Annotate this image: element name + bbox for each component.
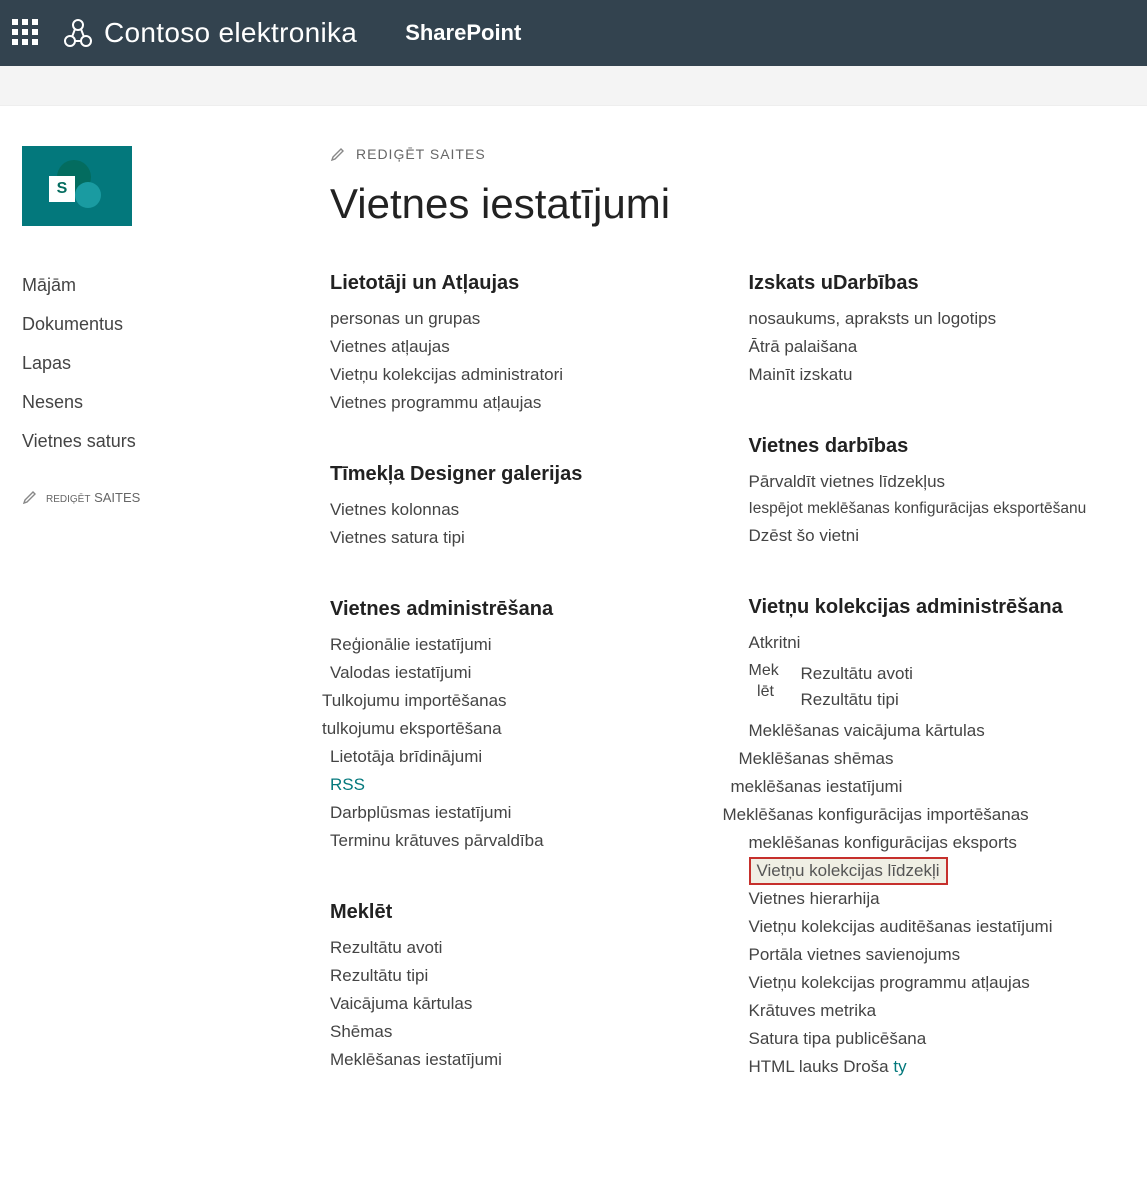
link-language-settings[interactable]: Valodas iestatījumi [330, 659, 709, 687]
suite-bar: Contoso elektronika SharePoint [0, 0, 1147, 66]
link-change-look[interactable]: Mainīt izskatu [749, 361, 1128, 389]
link-translation-import[interactable]: Tulkojumu importēšanas [322, 687, 709, 715]
link-workflow-settings[interactable]: Darbplūsmas iestatījumi [330, 799, 709, 827]
group-users-permissions: Lietotāji un Atļaujas personas un grupas… [330, 272, 709, 417]
group-title: Vietnes darbības [749, 435, 1128, 458]
settings-col-right: Izskats uDarbības nosaukums, apraksts un… [749, 272, 1128, 1127]
brand-logo-icon [62, 17, 94, 49]
link-search-settings[interactable]: Meklēšanas iestatījumi [330, 1046, 709, 1074]
link-delete-this-site[interactable]: Dzēst šo vietni [749, 522, 1128, 550]
link-site-collection-admins[interactable]: Vietņu kolekcijas administratori [330, 361, 709, 389]
brand-name[interactable]: Contoso elektronika [104, 17, 357, 49]
quick-launch-nav: Mājām Dokumentus Lapas Nesens Vietnes sa… [22, 266, 280, 461]
site-logo-letter: S [49, 176, 75, 202]
link-site-collection-features[interactable]: Vietņu kolekcijas līdzekļi [749, 857, 948, 885]
link-html-field-security-suffix[interactable]: ty [893, 1057, 906, 1076]
product-name[interactable]: SharePoint [405, 20, 521, 46]
link-site-permissions[interactable]: Vietnes atļaujas [330, 333, 709, 361]
link-search-query-rules[interactable]: Meklēšanas vaicājuma kārtulas [749, 717, 1128, 745]
link-search-settings-sc[interactable]: meklēšanas iestatījumi [731, 773, 1128, 801]
link-people-groups[interactable]: personas un grupas [330, 305, 709, 333]
link-query-rules[interactable]: Vaicājuma kārtulas [330, 990, 709, 1018]
nav-pages[interactable]: Lapas [22, 344, 280, 383]
link-site-collection-audit-settings[interactable]: Vietņu kolekcijas auditēšanas iestatījum… [749, 913, 1128, 941]
link-term-store-management[interactable]: Terminu krātuves pārvaldība [330, 827, 709, 855]
link-translation-export[interactable]: tulkojumu eksportēšana [322, 715, 709, 743]
app-launcher-icon[interactable] [12, 19, 40, 47]
group-look-and-feel: Izskats uDarbības nosaukums, apraksts un… [749, 272, 1128, 389]
group-site-collection-administration: Vietņu kolekcijas administrēšana Atkritn… [749, 596, 1128, 1081]
group-title: Tīmekļa Designer galerijas [330, 463, 709, 486]
site-logo[interactable]: S [22, 146, 132, 226]
group-site-actions: Vietnes darbības Pārvaldīt vietnes līdze… [749, 435, 1128, 550]
content-area: S Mājām Dokumentus Lapas Nesens Vietnes … [0, 106, 1147, 1177]
link-regional-settings[interactable]: Reģionālie iestatījumi [330, 631, 709, 659]
link-search-config-import[interactable]: Meklēšanas konfigurācijas importēšanas [723, 801, 1128, 829]
page-title: Vietnes iestatījumi [330, 180, 1127, 228]
group-title: Vietņu kolekcijas administrēšana [749, 596, 1128, 619]
pencil-icon [22, 489, 38, 505]
link-title-description-logo[interactable]: nosaukums, apraksts un logotips [749, 305, 1128, 333]
sub-search-label: Meklēt [749, 661, 783, 713]
nav-home[interactable]: Mājām [22, 266, 280, 305]
edit-prefix: REDIĢĒT [46, 494, 90, 505]
link-result-sources[interactable]: Rezultātu avoti [330, 934, 709, 962]
group-title: Vietnes administrēšana [330, 598, 709, 621]
link-quick-launch[interactable]: Ātrā palaišana [749, 333, 1128, 361]
link-site-content-types[interactable]: Vietnes satura tipi [330, 524, 709, 552]
link-storage-metrics[interactable]: Krātuves metrika [749, 997, 1128, 1025]
edit-links-top[interactable]: REDIĢĒT SAITES [330, 146, 1127, 162]
sub-search-row: Meklēt Rezultātu avoti Rezultātu tipi [749, 657, 1128, 717]
group-title: Meklēt [330, 901, 709, 924]
link-search-config-export[interactable]: meklēšanas konfigurācijas eksports [749, 829, 1128, 857]
left-column: S Mājām Dokumentus Lapas Nesens Vietnes … [0, 106, 300, 1147]
edit-label: SAITES [94, 490, 140, 505]
link-html-field-security[interactable]: HTML lauks Droša ty [749, 1053, 1128, 1081]
link-manage-site-features[interactable]: Pārvaldīt vietnes līdzekļus [749, 468, 1128, 496]
edit-links-text: REDIĢĒT SAITES [356, 146, 486, 162]
group-title: Izskats uDarbības [749, 272, 1128, 295]
link-rss[interactable]: RSS [330, 771, 709, 799]
group-web-designer-galleries: Tīmekļa Designer galerijas Vietnes kolon… [330, 463, 709, 552]
link-site-hierarchy[interactable]: Vietnes hierarhija [749, 885, 1128, 913]
link-result-types[interactable]: Rezultātu tipi [330, 962, 709, 990]
pencil-icon [330, 146, 346, 162]
settings-grid: Lietotāji un Atļaujas personas un grupas… [330, 272, 1127, 1127]
link-site-app-permissions[interactable]: Vietnes programmu atļaujas [330, 389, 709, 417]
link-content-type-publishing[interactable]: Satura tipa publicēšana [749, 1025, 1128, 1053]
nav-site-contents[interactable]: Vietnes saturs [22, 422, 280, 461]
link-schemas[interactable]: Shēmas [330, 1018, 709, 1046]
group-search: Meklēt Rezultātu avoti Rezultātu tipi Va… [330, 901, 709, 1074]
link-site-columns[interactable]: Vietnes kolonnas [330, 496, 709, 524]
link-search-schemas[interactable]: Meklēšanas shēmas [739, 745, 1128, 773]
ribbon-bar [0, 66, 1147, 106]
link-enable-search-config-export[interactable]: Iespējot meklēšanas konfigurācijas ekspo… [749, 496, 1128, 522]
link-result-sources-sc[interactable]: Rezultātu avoti [801, 661, 913, 687]
link-portal-site-connection[interactable]: Portāla vietnes savienojums [749, 941, 1128, 969]
link-result-types-sc[interactable]: Rezultātu tipi [801, 687, 913, 713]
group-title: Lietotāji un Atļaujas [330, 272, 709, 295]
group-site-administration: Vietnes administrēšana Reģionālie iestat… [330, 598, 709, 855]
link-recycle-bin[interactable]: Atkritni [749, 629, 1128, 657]
edit-links-sidebar[interactable]: REDIĢĒT SAITES [22, 489, 280, 505]
link-user-alerts[interactable]: Lietotāja brīdinājumi [330, 743, 709, 771]
nav-documents[interactable]: Dokumentus [22, 305, 280, 344]
main-column: REDIĢĒT SAITES Vietnes iestatījumi Lieto… [300, 106, 1147, 1147]
link-site-collection-app-permissions[interactable]: Vietņu kolekcijas programmu atļaujas [749, 969, 1128, 997]
settings-col-left: Lietotāji un Atļaujas personas un grupas… [330, 272, 709, 1127]
nav-recent[interactable]: Nesens [22, 383, 280, 422]
